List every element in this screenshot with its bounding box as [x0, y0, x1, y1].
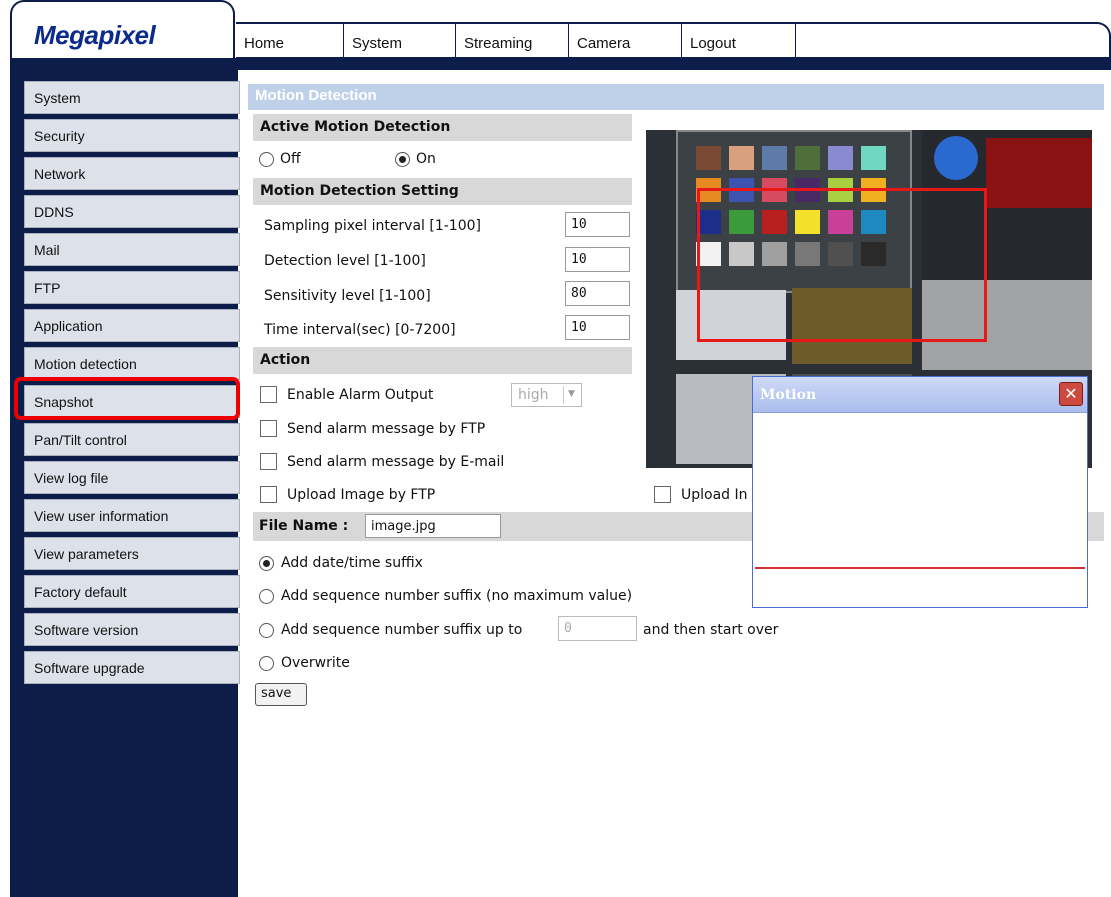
- top-nav: Home System Streaming Camera Logout: [236, 22, 1111, 59]
- enable-alarm-checkbox[interactable]: [260, 386, 277, 403]
- sidebar-item-security[interactable]: Security: [24, 119, 240, 152]
- alarm-level-select[interactable]: high ▼: [511, 383, 582, 407]
- sidebar-item-ftp[interactable]: FTP: [24, 271, 240, 304]
- motion-setting-header: Motion Detection Setting: [253, 178, 632, 205]
- active-motion-header: Active Motion Detection: [253, 114, 632, 141]
- nav-divider-bar: [10, 58, 1111, 70]
- enable-alarm-label: Enable Alarm Output: [287, 387, 434, 403]
- motion-off-label: Off: [280, 151, 301, 167]
- alarm-level-value: high: [518, 387, 549, 403]
- sidebar-item-pan-tilt-control[interactable]: Pan/Tilt control: [24, 423, 240, 456]
- ftp-message-checkbox[interactable]: [260, 420, 277, 437]
- sidebar-item-software-upgrade[interactable]: Software upgrade: [24, 651, 240, 684]
- sidebar-item-application[interactable]: Application: [24, 309, 240, 342]
- email-message-checkbox[interactable]: [260, 453, 277, 470]
- megapixel-logo: Megapixel: [34, 20, 156, 50]
- detection-level-input[interactable]: 10: [565, 247, 630, 272]
- sidebar-item-factory-default[interactable]: Factory default: [24, 575, 240, 608]
- upload-ftp-checkbox[interactable]: [260, 486, 277, 503]
- motion-on-label: On: [416, 151, 436, 167]
- sequence-suffix-radio[interactable]: [259, 589, 274, 604]
- email-message-label: Send alarm message by E-mail: [287, 454, 505, 470]
- close-icon[interactable]: ✕: [1059, 382, 1083, 406]
- sidebar-item-view-log-file[interactable]: View log file: [24, 461, 240, 494]
- sidebar-item-ddns[interactable]: DDNS: [24, 195, 240, 228]
- sensitivity-level-label: Sensitivity level [1-100]: [264, 288, 431, 304]
- motion-level-line: [755, 567, 1085, 569]
- overwrite-label: Overwrite: [281, 655, 350, 671]
- tab-home[interactable]: Home: [236, 24, 344, 57]
- sequence-upto-label: Add sequence number suffix up to: [281, 622, 523, 638]
- ftp-message-label: Send alarm message by FTP: [287, 421, 486, 437]
- upload-image-checkbox[interactable]: [654, 486, 671, 503]
- sidebar-item-mail[interactable]: Mail: [24, 233, 240, 266]
- upload-image-label: Upload In: [681, 487, 748, 503]
- popup-title-bar[interactable]: Motion ✕: [753, 377, 1087, 413]
- datetime-suffix-label: Add date/time suffix: [281, 555, 423, 571]
- sidebar-item-view-parameters[interactable]: View parameters: [24, 537, 240, 570]
- detection-level-label: Detection level [1-100]: [264, 253, 426, 269]
- file-name-label: File Name :: [259, 518, 349, 534]
- sensitivity-level-input[interactable]: 80: [565, 281, 630, 306]
- file-name-input[interactable]: image.jpg: [365, 514, 501, 538]
- upload-ftp-label: Upload Image by FTP: [287, 487, 436, 503]
- motion-off-radio[interactable]: [259, 152, 274, 167]
- sidebar-item-system[interactable]: System: [24, 81, 240, 114]
- time-interval-label: Time interval(sec) [0-7200]: [264, 322, 456, 338]
- chevron-down-icon: ▼: [563, 386, 579, 404]
- overwrite-radio[interactable]: [259, 656, 274, 671]
- tab-camera[interactable]: Camera: [569, 24, 682, 57]
- logo-area: Megapixel: [10, 0, 235, 58]
- motion-detection-region[interactable]: [697, 188, 987, 342]
- save-button[interactable]: save: [255, 683, 307, 706]
- page-title-bar: Motion Detection: [248, 84, 1104, 110]
- tab-system[interactable]: System: [344, 24, 456, 57]
- sampling-interval-label: Sampling pixel interval [1-100]: [264, 218, 481, 234]
- sequence-suffix-label: Add sequence number suffix (no maximum v…: [281, 588, 633, 604]
- sidebar-item-software-version[interactable]: Software version: [24, 613, 240, 646]
- motion-popup-window: Motion ✕: [752, 376, 1088, 608]
- sidebar: System Security Network DDNS Mail FTP Ap…: [10, 70, 240, 897]
- sidebar-item-motion-detection[interactable]: Motion detection: [24, 347, 240, 380]
- time-interval-input[interactable]: 10: [565, 315, 630, 340]
- sidebar-item-network[interactable]: Network: [24, 157, 240, 190]
- start-over-label: and then start over: [643, 622, 779, 638]
- tab-streaming[interactable]: Streaming: [456, 24, 569, 57]
- tab-logout[interactable]: Logout: [682, 24, 796, 57]
- sidebar-item-view-user-information[interactable]: View user information: [24, 499, 240, 532]
- motion-on-radio[interactable]: [395, 152, 410, 167]
- sidebar-item-snapshot[interactable]: Snapshot: [24, 385, 240, 418]
- popup-title: Motion: [760, 387, 817, 403]
- action-header: Action: [253, 347, 632, 374]
- sampling-interval-input[interactable]: 10: [565, 212, 630, 237]
- datetime-suffix-radio[interactable]: [259, 556, 274, 571]
- sequence-upto-radio[interactable]: [259, 623, 274, 638]
- page-title: Motion Detection: [255, 87, 377, 104]
- sequence-max-input[interactable]: 0: [558, 616, 637, 641]
